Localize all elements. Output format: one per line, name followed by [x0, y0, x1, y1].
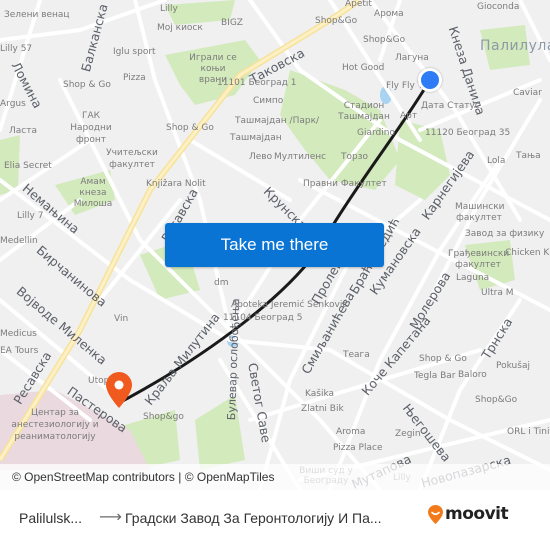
- poi-label: Мој киоск: [157, 23, 203, 33]
- map-canvas[interactable]: Палилула Ломина Балканска Таковска Кнеза…: [0, 0, 550, 490]
- poi-label: Chicken King: [505, 248, 550, 258]
- poi-label: 11120 Београд 35: [425, 128, 511, 138]
- poi-label: Tegla Bar: [414, 371, 456, 381]
- poi-label: Lilly 57: [0, 44, 33, 54]
- poi-label: Учитељски факултет: [106, 148, 158, 170]
- poi-label: Zegin: [395, 429, 421, 439]
- poi-label: Лево: [249, 152, 273, 162]
- poi-label: Shop&Go: [475, 395, 518, 405]
- poi-label: Зелени венац: [4, 10, 70, 20]
- poi-label: Shop&Go: [363, 35, 406, 45]
- poi-label: Shop&Go: [315, 16, 358, 26]
- poi-label: Ташмајдан /Парк/: [235, 116, 320, 126]
- poi-label: Hot Good: [342, 63, 385, 73]
- poi-label: Торзо: [341, 152, 369, 162]
- poi-label: dm: [214, 278, 229, 288]
- poi-label: Тања: [516, 151, 541, 161]
- poi-label: Giardino: [357, 128, 395, 138]
- poi-label: Iglu sport: [113, 47, 156, 57]
- poi-label: Лагуна: [395, 53, 429, 63]
- poi-label: Pizza: [123, 73, 146, 83]
- poi-label: Apetit: [345, 0, 372, 9]
- origin-marker[interactable]: [418, 68, 442, 92]
- moovit-pin-icon: [428, 504, 443, 524]
- poi-label: Aroma: [336, 427, 366, 437]
- poi-label: ORL i Tinitus: [507, 427, 550, 437]
- poi-label: Vin: [114, 314, 129, 324]
- poi-label: Shop & Go: [166, 123, 214, 133]
- poi-label: 11104 Београд 5: [223, 313, 303, 323]
- poi-label: BIGZ: [221, 18, 243, 28]
- poi-label: Medicus: [0, 329, 37, 339]
- poi-label: Lilly: [160, 4, 178, 14]
- poi-label: Грађевински факултет: [448, 249, 510, 270]
- poi-label: Ultra M: [481, 288, 514, 298]
- poi-label: Pokušaj: [496, 361, 530, 371]
- poi-label: 11101 Београд 1: [217, 78, 297, 88]
- moovit-logo[interactable]: moovit: [428, 504, 509, 524]
- poi-label: Kašika: [305, 389, 335, 399]
- arrow-right-icon: ⟶: [99, 507, 122, 526]
- poi-label: Правни Факултет: [303, 179, 387, 189]
- poi-label: Elia Secret: [4, 161, 52, 171]
- poi-label: Ласта: [9, 126, 37, 136]
- poi-label: Shop&go: [143, 412, 184, 422]
- poi-label: Shop & Go: [419, 354, 467, 364]
- poi-label: ГАК Народни фронт: [70, 111, 112, 145]
- poi-label: Zlatni Bik: [301, 404, 344, 414]
- poi-label: Baloro: [458, 370, 487, 380]
- origin-stop-name: Palilulsk...: [19, 510, 83, 526]
- poi-label: Амам кнеза Милоша: [73, 177, 113, 209]
- attribution-text[interactable]: © OpenStreetMap contributors | © OpenMap…: [12, 470, 274, 484]
- take-me-there-button[interactable]: Take me there: [165, 223, 384, 267]
- poi-label: Машински факултет: [455, 202, 505, 223]
- poi-label: Lola: [487, 156, 506, 166]
- destination-pin-icon[interactable]: [106, 372, 132, 408]
- poi-label: Argus: [0, 99, 26, 109]
- poi-label: Теага: [343, 350, 370, 360]
- district-label: Палилула: [480, 38, 550, 54]
- destination-name: Градски Завод За Геронтологију И Па...: [125, 510, 382, 526]
- poi-label: Арт: [400, 111, 418, 121]
- map-attribution: © OpenStreetMap contributors | © OpenMap…: [0, 464, 550, 490]
- poi-label: Caviar: [513, 88, 542, 98]
- poi-label: Стадион Ташмајдан: [338, 101, 390, 122]
- poi-label: Арома: [374, 9, 404, 19]
- poi-label: Дата Статус: [421, 101, 480, 111]
- poi-label: Medellin: [0, 236, 38, 246]
- poi-label: Pizza Place: [333, 443, 383, 453]
- poi-label: Laguna: [456, 273, 490, 283]
- poi-label: Gioconda: [477, 2, 520, 12]
- moovit-wordmark: moovit: [445, 504, 509, 524]
- poi-label: Knjižara Nolit: [146, 179, 206, 189]
- poi-label: Lilly 7: [17, 211, 44, 221]
- poi-label: Мултиленс: [274, 152, 327, 162]
- poi-label: Ташмајдан: [230, 133, 282, 143]
- poi-label: Завод за физику: [465, 229, 545, 239]
- poi-label: Центар за анестезиологију и реаниматолог…: [11, 408, 99, 442]
- poi-label: EA Tours: [0, 346, 39, 356]
- poi-label: Симпо: [253, 96, 284, 106]
- poi-label: Shop & Go: [63, 80, 111, 90]
- poi-label: Apoteka Jeremić Senković: [231, 300, 348, 310]
